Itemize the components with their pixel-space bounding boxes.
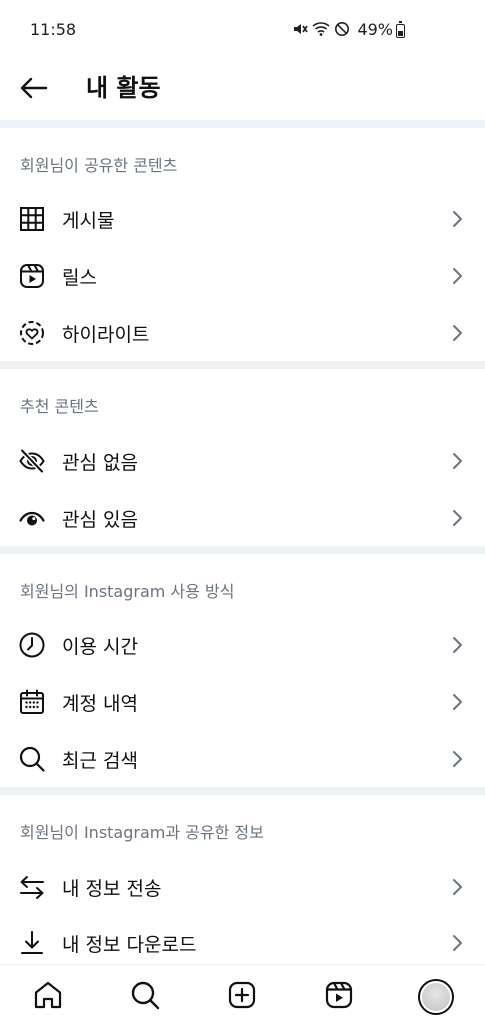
search-icon — [19, 746, 45, 772]
chevron-right-icon — [453, 211, 462, 227]
menu-item-highlights[interactable]: 하이라이트 — [0, 304, 485, 360]
eye-icon — [19, 511, 45, 526]
nav-reels[interactable] — [321, 977, 357, 1013]
chevron-right-icon — [453, 694, 462, 710]
section-header-shared-content: 회원님이 공유한 콘텐츠 — [20, 156, 178, 175]
chevron-right-icon — [453, 453, 462, 469]
eye-off-icon — [19, 448, 45, 474]
chevron-right-icon — [453, 751, 462, 767]
chevron-right-icon — [453, 935, 462, 951]
grid-icon — [20, 207, 44, 231]
section-header-shared-info: 회원님이 Instagram과 공유한 정보 — [20, 823, 264, 842]
divider — [0, 361, 485, 369]
menu-item-label: 릴스 — [62, 267, 97, 289]
divider — [0, 787, 485, 795]
chevron-right-icon — [453, 325, 462, 341]
create-icon — [228, 981, 256, 1009]
page-title: 내 활동 — [86, 74, 161, 102]
status-time: 11:58 — [30, 20, 77, 39]
status-icons — [292, 21, 350, 37]
menu-item-not-interested[interactable]: 관심 없음 — [0, 432, 485, 488]
menu-item-interested[interactable]: 관심 있음 — [0, 489, 485, 545]
menu-item-label: 최근 검색 — [62, 750, 138, 772]
calendar-icon — [20, 689, 44, 714]
top-bar: 내 활동 — [0, 60, 485, 120]
bottom-nav — [0, 964, 485, 1024]
clock-icon — [19, 632, 45, 658]
divider — [0, 120, 485, 128]
nav-home[interactable] — [30, 977, 66, 1013]
avatar — [422, 983, 450, 1011]
highlight-icon — [20, 321, 44, 345]
menu-item-reels[interactable]: 릴스 — [0, 247, 485, 303]
nav-create[interactable] — [224, 977, 260, 1013]
reels-icon — [325, 981, 353, 1009]
menu-item-time-spent[interactable]: 이용 시간 — [0, 616, 485, 672]
battery-level: 49% — [357, 20, 393, 39]
menu-item-transfer-info[interactable]: 내 정보 전송 — [0, 858, 485, 914]
menu-item-download-info[interactable]: 내 정보 다운로드 — [0, 914, 485, 970]
menu-item-recent-searches[interactable]: 최근 검색 — [0, 730, 485, 786]
search-icon — [131, 981, 160, 1010]
back-arrow-icon[interactable] — [18, 72, 50, 104]
wifi-icon — [312, 22, 330, 36]
menu-item-posts[interactable]: 게시물 — [0, 190, 485, 246]
mute-icon — [294, 24, 308, 34]
menu-item-label: 관심 있음 — [62, 509, 138, 531]
chevron-right-icon — [453, 637, 462, 653]
reels-icon — [20, 264, 44, 288]
chevron-right-icon — [453, 510, 462, 526]
menu-item-label: 게시물 — [62, 210, 115, 232]
menu-item-label: 관심 없음 — [62, 452, 138, 474]
divider — [0, 546, 485, 554]
download-icon — [21, 931, 43, 954]
menu-item-account-history[interactable]: 계정 내역 — [0, 673, 485, 729]
status-bar: 11:58 49% — [0, 0, 485, 60]
menu-item-label: 하이라이트 — [62, 324, 150, 346]
menu-item-label: 이용 시간 — [62, 636, 138, 658]
chevron-right-icon — [453, 268, 462, 284]
dnd-icon — [335, 22, 349, 36]
section-header-recommended-content: 추천 콘텐츠 — [20, 397, 99, 416]
battery-icon — [396, 21, 405, 38]
chevron-right-icon — [453, 879, 462, 895]
menu-item-label: 계정 내역 — [62, 693, 138, 715]
section-header-usage: 회원님의 Instagram 사용 방식 — [20, 582, 235, 601]
home-icon — [34, 981, 62, 1009]
nav-search[interactable] — [127, 977, 163, 1013]
transfer-icon — [20, 876, 44, 899]
menu-item-label: 내 정보 다운로드 — [62, 934, 197, 956]
menu-item-label: 내 정보 전송 — [62, 878, 162, 900]
nav-profile-avatar[interactable] — [418, 979, 454, 1015]
